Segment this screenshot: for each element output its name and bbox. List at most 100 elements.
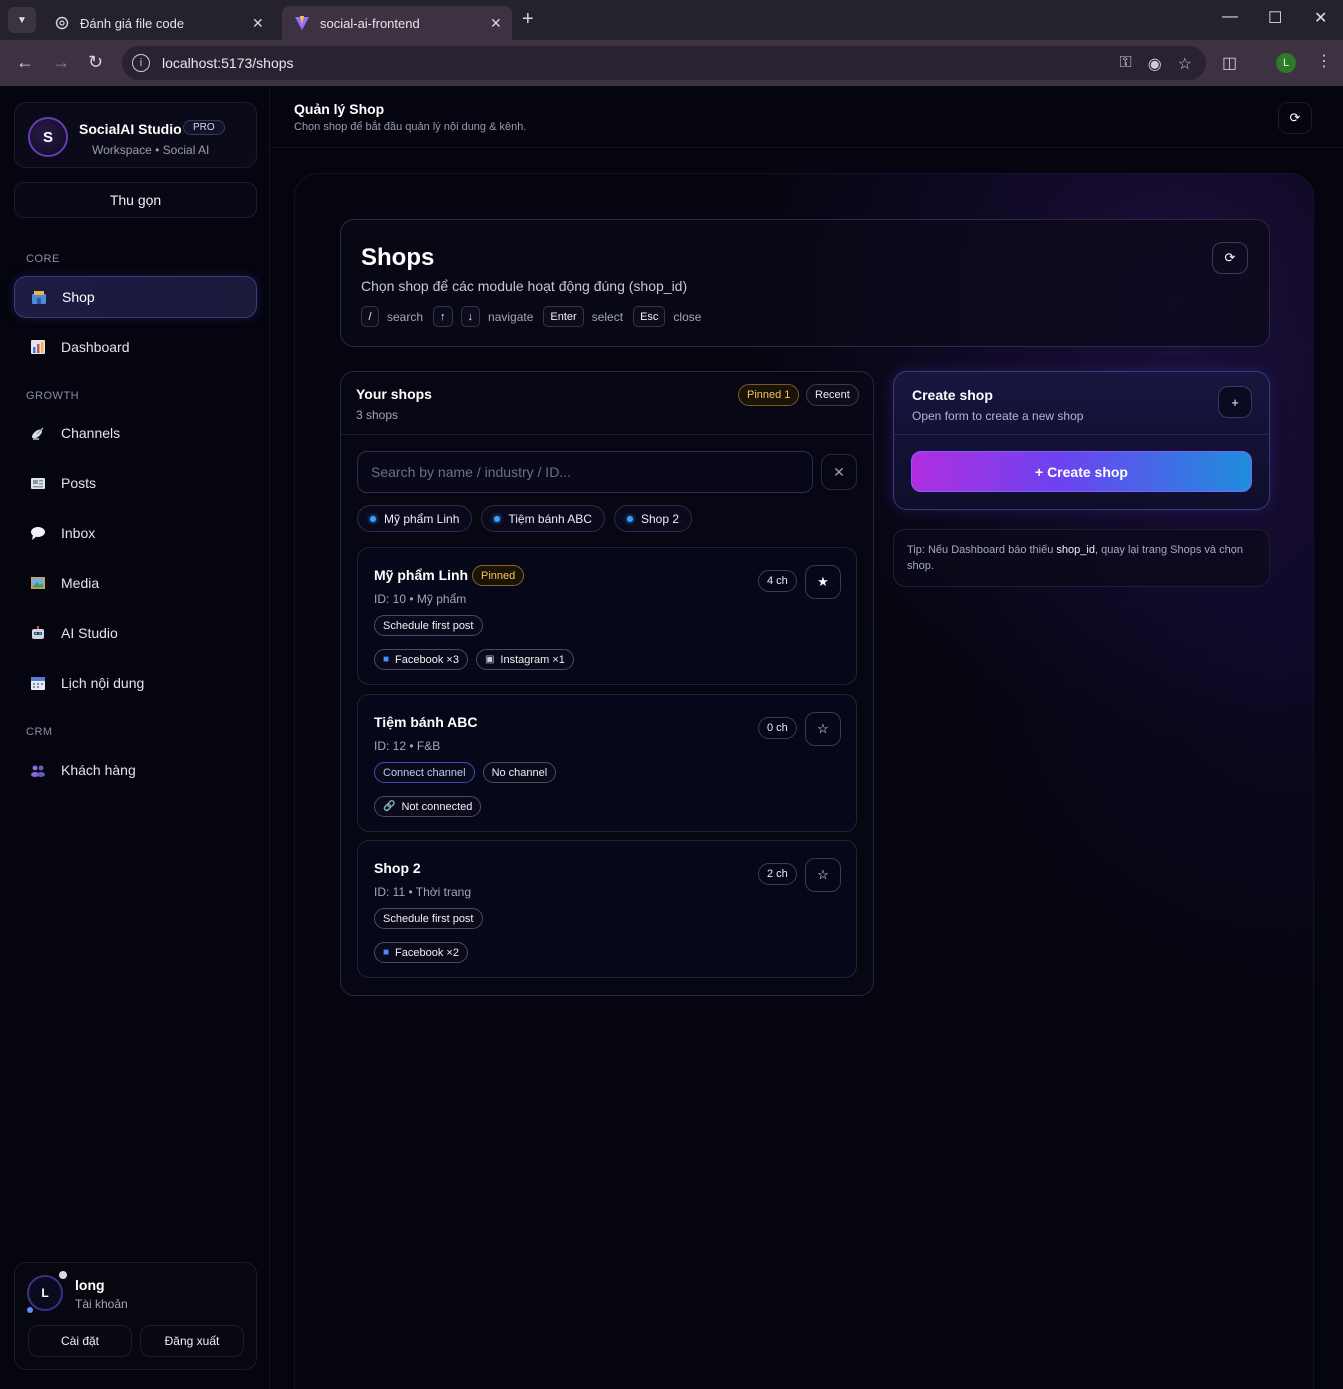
browser-tab-1[interactable]: Đánh giá file code ✕ xyxy=(42,6,274,40)
tip-box: Tip: Nếu Dashboard báo thiếu shop_id, qu… xyxy=(893,529,1270,587)
shop-chip[interactable]: Shop 2 xyxy=(613,505,693,532)
schedule-first-post-button[interactable]: Schedule first post xyxy=(374,908,483,929)
dot-icon xyxy=(626,515,633,522)
pin-button[interactable]: ★ xyxy=(805,565,841,599)
page-subtitle: Chọn shop để bắt đầu quản lý nội dung & … xyxy=(294,121,527,133)
sidebar-item-calendar[interactable]: Lịch nội dung xyxy=(14,662,257,704)
chip-label: Tiệm bánh ABC xyxy=(508,511,592,526)
channel-count: 2 ch xyxy=(758,863,797,885)
shop-card[interactable]: Mỹ phẩm Linh Pinned ID: 10 • Mỹ phẩm Sch… xyxy=(357,547,857,685)
picture-icon xyxy=(29,574,47,592)
status-dot xyxy=(27,1307,33,1313)
brand-logo: S xyxy=(28,117,68,157)
link-icon: 🔗 xyxy=(383,801,396,812)
forward-icon[interactable]: → xyxy=(52,52,70,73)
back-icon[interactable]: ← xyxy=(16,52,34,73)
shop-platforms: ■ Facebook ×3 ▣ Instagram ×1 xyxy=(374,649,574,670)
menu-icon[interactable]: ⋮ xyxy=(1316,51,1332,71)
schedule-first-post-button[interactable]: Schedule first post xyxy=(374,615,483,636)
site-info-icon[interactable]: i xyxy=(132,54,150,72)
sidebar-item-posts[interactable]: Posts xyxy=(14,462,257,504)
browser-toolbar: ← → ↻ i localhost:5173/shops ⚿ ◉ ☆ ◫ L ⋮ xyxy=(0,40,1343,86)
shop-chip[interactable]: Mỹ phẩm Linh xyxy=(357,505,473,532)
address-bar[interactable]: i localhost:5173/shops ⚿ ◉ ☆ xyxy=(122,46,1206,80)
pin-button[interactable]: ☆ xyxy=(805,712,841,746)
platform-badge: ■ Facebook ×3 xyxy=(374,649,468,670)
kbd-esc: Esc xyxy=(633,306,666,327)
close-tab-icon[interactable]: ✕ xyxy=(252,15,264,32)
newspaper-icon xyxy=(29,474,47,492)
brand-subtitle: Workspace • Social AI xyxy=(92,143,210,157)
platform-label: Facebook ×2 xyxy=(395,946,459,959)
sidebar-item-channels[interactable]: Channels xyxy=(14,412,257,454)
shop-meta: ID: 12 • F&B xyxy=(374,739,441,753)
browser-tab-2[interactable]: social-ai-frontend ✕ xyxy=(282,6,512,40)
shop-card[interactable]: Tiệm bánh ABC ID: 12 • F&B Connect chann… xyxy=(357,694,857,832)
sidebar-item-media[interactable]: Media xyxy=(14,562,257,604)
sidebar-item-ai-studio[interactable]: AI Studio xyxy=(14,612,257,654)
collapse-button[interactable]: Thu gọn xyxy=(14,182,257,218)
close-window-icon[interactable]: ✕ xyxy=(1314,8,1327,28)
pinned-filter[interactable]: Pinned 1 xyxy=(738,384,800,406)
shop-card[interactable]: Shop 2 ID: 11 • Thời trang Schedule firs… xyxy=(357,840,857,978)
shop-name: Tiệm bánh ABC xyxy=(374,714,478,730)
clear-search-button[interactable]: ✕ xyxy=(821,454,857,490)
create-shop-button[interactable]: + Create shop xyxy=(911,451,1252,492)
star-icon[interactable]: ☆ xyxy=(1178,54,1192,74)
profile-avatar[interactable]: L xyxy=(1276,53,1296,73)
refresh-button[interactable]: ⟳ xyxy=(1278,102,1312,134)
sidebar-item-label: Khách hàng xyxy=(61,762,136,778)
sidebar-item-label: Shop xyxy=(62,289,95,305)
eye-icon[interactable]: ◉ xyxy=(1148,54,1162,74)
tab-search-button[interactable]: ▼ xyxy=(8,7,36,33)
no-channel-badge: No channel xyxy=(482,762,557,783)
sidebar: S SocialAI Studio PRO Workspace • Social… xyxy=(0,86,270,1389)
hint-select: select xyxy=(591,309,624,324)
sidebar-item-label: Posts xyxy=(61,475,97,491)
shop-platforms: ■ Facebook ×2 xyxy=(374,942,468,963)
create-shop-subtitle: Open form to create a new shop xyxy=(912,409,1084,423)
kbd-slash: / xyxy=(361,306,379,327)
hint-close: close xyxy=(673,309,702,324)
minimize-icon[interactable]: — xyxy=(1222,8,1238,26)
tab-title: social-ai-frontend xyxy=(320,15,420,31)
sidebar-item-customers[interactable]: Khách hàng xyxy=(14,749,257,791)
settings-button[interactable]: Cài đặt xyxy=(28,1325,132,1357)
pin-button[interactable]: ☆ xyxy=(805,858,841,892)
keyboard-hints: / search ↑ ↓ navigate Enter select Esc c… xyxy=(361,306,711,327)
new-tab-icon[interactable]: + xyxy=(522,8,534,31)
brand-card[interactable]: S SocialAI Studio PRO Workspace • Social… xyxy=(14,102,257,168)
close-icon: ✕ xyxy=(833,463,845,480)
reload-icon[interactable]: ↻ xyxy=(88,52,103,73)
shop-chip[interactable]: Tiệm bánh ABC xyxy=(481,505,605,532)
search-input[interactable] xyxy=(371,464,791,480)
logout-button[interactable]: Đăng xuất xyxy=(140,1325,244,1357)
chip-label: Mỹ phẩm Linh xyxy=(384,511,460,526)
main-content: Quản lý Shop Chọn shop để bắt đầu quản l… xyxy=(270,86,1343,1389)
hero-subtitle: Chọn shop để các module hoạt động đúng (… xyxy=(361,278,688,294)
hero-title: Shops xyxy=(361,244,435,271)
sidebar-item-dashboard[interactable]: Dashboard xyxy=(14,326,257,368)
hint-navigate: navigate xyxy=(488,309,534,324)
platform-label: Not connected xyxy=(401,800,473,813)
sidebar-item-inbox[interactable]: Inbox xyxy=(14,512,257,554)
page-title: Quản lý Shop xyxy=(294,101,385,117)
avatar[interactable]: L xyxy=(27,1275,63,1311)
shop-tags: Schedule first post xyxy=(374,908,483,929)
star-filled-icon: ★ xyxy=(817,574,829,589)
open-create-form-button[interactable]: + xyxy=(1218,386,1252,418)
quick-shop-chips: Mỹ phẩm Linh Tiệm bánh ABC Shop 2 xyxy=(357,505,693,532)
close-tab-icon[interactable]: ✕ xyxy=(490,15,502,32)
platform-badge: ■ Facebook ×2 xyxy=(374,942,468,963)
recent-filter[interactable]: Recent xyxy=(806,384,859,406)
star-outline-icon: ☆ xyxy=(817,867,829,882)
status-dot xyxy=(59,1271,67,1279)
channel-count: 4 ch xyxy=(758,570,797,592)
key-icon[interactable]: ⚿ xyxy=(1120,54,1132,74)
chart-icon xyxy=(29,338,47,356)
connect-channel-button[interactable]: Connect channel xyxy=(374,762,475,783)
maximize-icon[interactable]: ☐ xyxy=(1268,8,1282,28)
extensions-icon[interactable]: ◫ xyxy=(1222,53,1237,73)
shops-refresh-button[interactable]: ⟳ xyxy=(1212,242,1248,274)
sidebar-item-shop[interactable]: Shop xyxy=(14,276,257,318)
